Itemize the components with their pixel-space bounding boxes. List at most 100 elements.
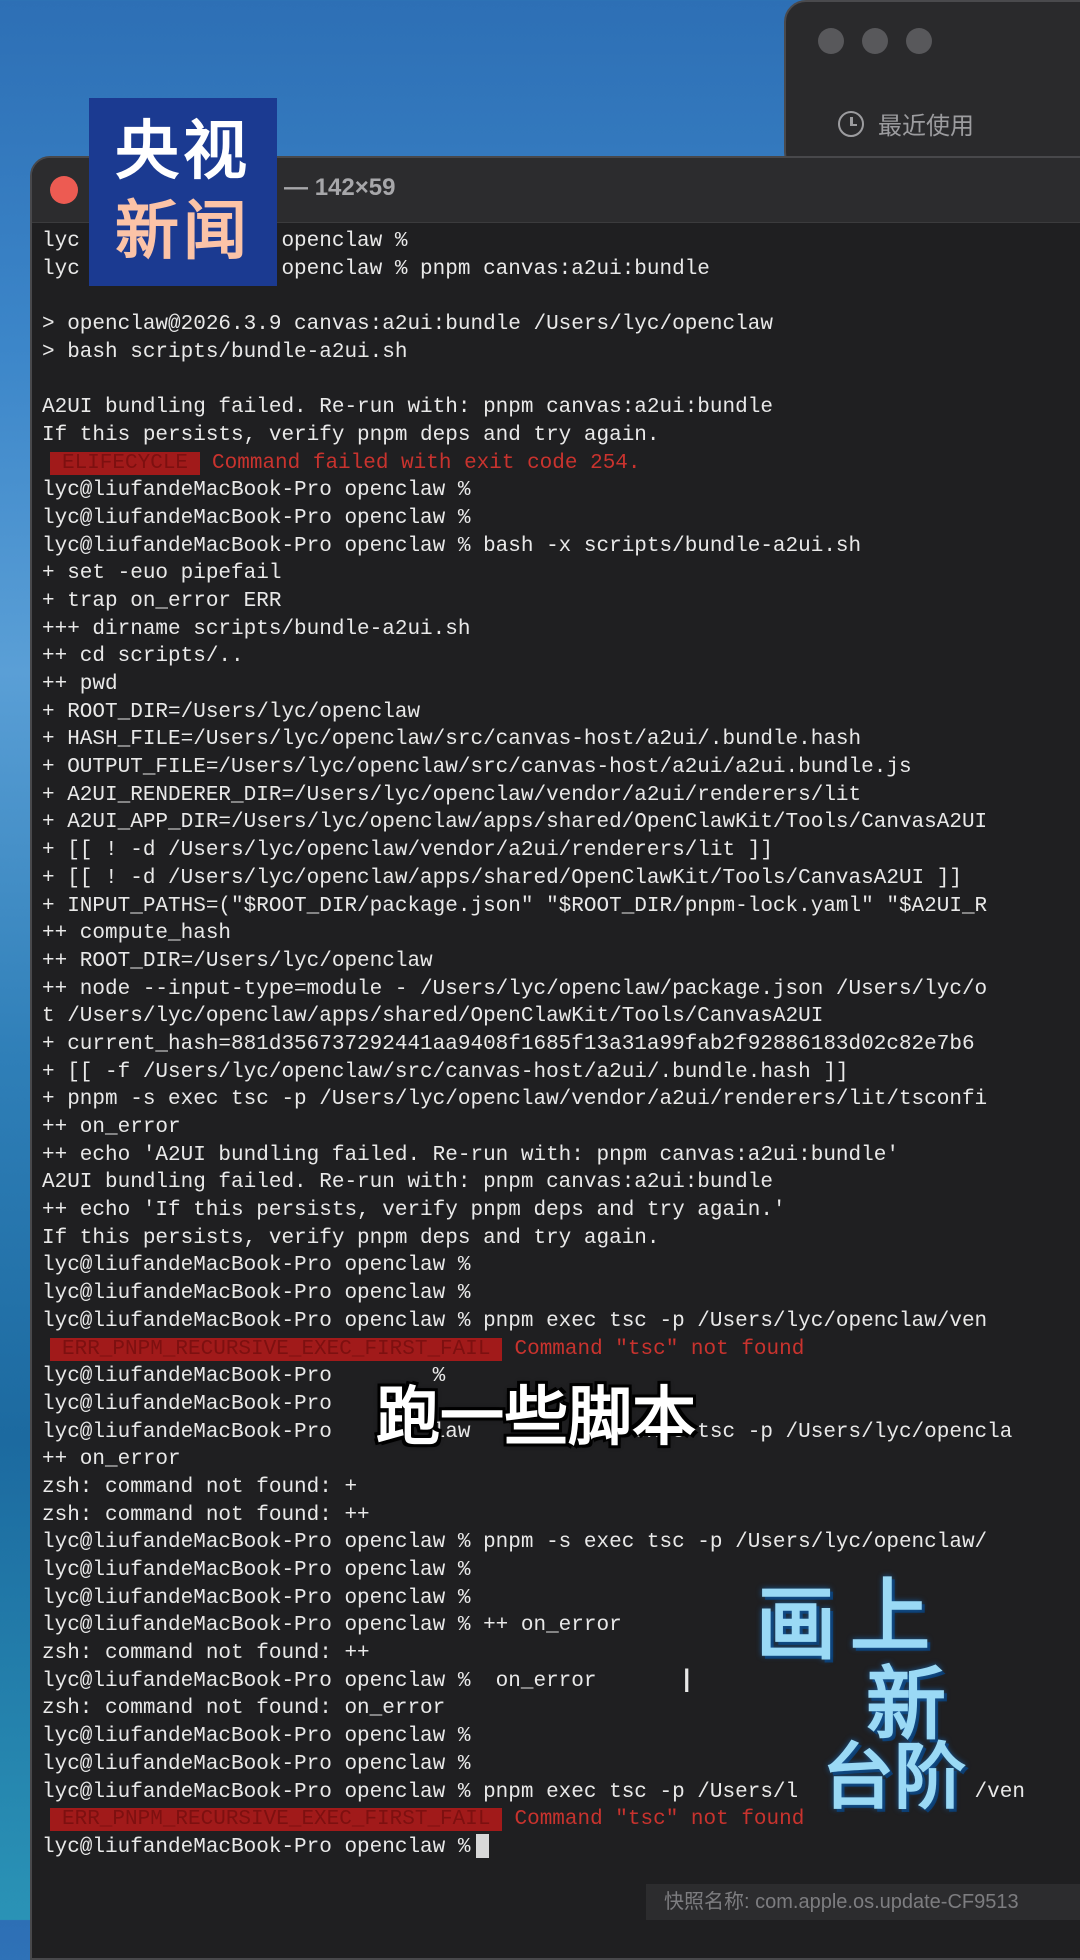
terminal-line-text: + A2UI_RENDERER_DIR=/Users/lyc/openclaw/… [42,783,862,807]
terminal-line-text: t /Users/lyc/openclaw/apps/shared/OpenCl… [42,1005,824,1029]
terminal-line: lyc@liufandeMacBook-Pro openclaw % [32,1834,1080,1862]
terminal-line: A2UI bundling failed. Re-run with: pnpm … [32,1169,1080,1197]
terminal-line-text: + OUTPUT_FILE=/Users/lyc/openclaw/src/ca… [42,756,912,780]
terminal-line: lyc@liufandeMacBook-Pro openclaw % bash … [32,533,1080,561]
error-badge: ERR_PNPM_RECURSIVE_EXEC_FIRST_FAIL [50,1808,503,1832]
terminal-line: lyc@liufandeMacBook-Pro openclaw % [32,1280,1080,1308]
recent-item[interactable]: 最近使用 [838,106,974,141]
terminal-line: ++ node --input-type=module - /Users/lyc… [32,976,1080,1004]
terminal-line-text: +++ dirname scripts/bundle-a2ui.sh [42,617,471,641]
video-subtitle: 跑一些脚本 [376,1381,696,1455]
terminal-line-text: lyc@liufandeMacBook-Pro openclaw % [42,1752,471,1776]
watermark-char: 台阶 [822,1735,967,1819]
terminal-line-text: zsh: command not found: ++ [42,1503,370,1527]
terminal-line: ++ ROOT_DIR=/Users/lyc/openclaw [32,948,1080,976]
terminal-line-text: If this persists, verify pnpm deps and t… [42,423,660,447]
terminal-line-text: lyc@liufandeMacBook-Pro openclaw % bash … [42,534,862,558]
terminal-line: + current_hash=881d356737292441aa9408f16… [32,1031,1080,1059]
terminal-line: ++ echo 'A2UI bundling failed. Re-run wi… [32,1142,1080,1170]
logo-line-2: 新闻 [115,195,251,269]
terminal-line-text: lyc@liufandeMacBook-Pro openclaw % [42,1835,471,1859]
terminal-line-text: lyc@liufandeMacBook-Pro openclaw % [42,1282,471,1306]
terminal-line: ++ pwd [32,671,1080,699]
window-control-dot[interactable] [818,28,844,54]
terminal-line-text: ++ on_error [42,1448,181,1472]
terminal-line-text: ++ on_error [42,1116,181,1139]
terminal-line: + ROOT_DIR=/Users/lyc/openclaw [32,699,1080,727]
terminal-line-text: + current_hash=881d356737292441aa9408f16… [42,1032,975,1056]
window-control-dot[interactable] [906,28,932,54]
terminal-line: A2UI bundling failed. Re-run with: pnpm … [32,394,1080,422]
terminal-line: lyc@liufandeMacBook-Pro openclaw % [32,477,1080,505]
terminal-line-text: lyc@liufandeMacBook-Pro openclaw % [42,1254,471,1278]
terminal-line: + INPUT_PATHS=("$ROOT_DIR/package.json" … [32,893,1080,921]
recent-label: 最近使用 [878,113,974,140]
terminal-line-text: ++ compute_hash [42,922,232,946]
error-badge: ELIFECYCLE [50,451,201,475]
text-cursor [476,1834,490,1859]
terminal-line-text: + HASH_FILE=/Users/lyc/openclaw/src/canv… [42,728,862,752]
background-window[interactable]: 最近使用 [784,0,1080,174]
terminal-line: + [[ ! -d /Users/lyc/openclaw/vendor/a2u… [32,837,1080,865]
terminal-line-text: ++ pwd [42,673,118,696]
terminal-line-text: ++ node --input-type=module - /Users/lyc… [42,977,988,1001]
snapshot-caption: 快照名称: com.apple.os.update-CF9513 [646,1884,1080,1920]
terminal-line: +++ dirname scripts/bundle-a2ui.sh [32,616,1080,644]
terminal-line: > openclaw@2026.3.9 canvas:a2ui:bundle /… [32,311,1080,339]
terminal-line: ERR_PNPM_RECURSIVE_EXEC_FIRST_FAIL Comman… [32,1336,1080,1364]
terminal-line-text: lyc@liufandeMacBook-Pro openclaw % [42,506,471,530]
terminal-line: ELIFECYCLE Command failed with exit code … [32,450,1080,478]
terminal-line: If this persists, verify pnpm deps and t… [32,1225,1080,1253]
terminal-line-text: lyc@liufandeMacBook-Pro openclaw % pnpm … [42,1309,988,1333]
terminal-line-text: lyc@liufandeMacBook-Pro openclaw % pnpm … [42,1531,988,1555]
terminal-line-text: ++ echo 'If this persists, verify pnpm d… [42,1199,786,1223]
terminal-line-text: lyc@liufandeMacBook-Pro openclaw % [42,1725,471,1749]
terminal-line: ++ compute_hash [32,920,1080,948]
close-button[interactable] [50,176,78,204]
terminal-line-text: ++ echo 'A2UI bundling failed. Re-run wi… [42,1143,899,1167]
terminal-line-text: + A2UI_APP_DIR=/Users/lyc/openclaw/apps/… [42,811,988,835]
terminal-line: zsh: command not found: + [32,1474,1080,1502]
clock-icon [838,110,864,137]
terminal-line-text: lyc@liufandeMacBook-Pro openclaw % ++ on… [42,1614,622,1638]
terminal-line: + A2UI_APP_DIR=/Users/lyc/openclaw/apps/… [32,809,1080,837]
terminal-line: + A2UI_RENDERER_DIR=/Users/lyc/openclaw/… [32,782,1080,810]
terminal-line-text: zsh: command not found: on_error [42,1697,446,1721]
terminal-line-text: lyc@liufandeMacBook-Pro openclaw % [42,1586,471,1610]
terminal-line-text: + [[ ! -d /Users/lyc/openclaw/apps/share… [42,866,962,890]
terminal-line: lyc@liufandeMacBook-Pro openclaw % [32,505,1080,533]
terminal-line: + set -euo pipefail [32,560,1080,588]
terminal-line-text: + [[ ! -d /Users/lyc/openclaw/vendor/a2u… [42,839,773,863]
watermark-char: 画 [756,1578,836,1671]
terminal-line: lyc@liufandeMacBook-Pro openclaw % pnpm … [32,1308,1080,1336]
terminal-line-text: zsh: command not found: + [42,1475,358,1499]
terminal-line-text: + trap on_error ERR [42,589,282,613]
ibeam-cursor-icon: I [682,1662,692,1701]
terminal-line-text: zsh: command not found: ++ [42,1642,370,1666]
terminal-line: + [[ ! -d /Users/lyc/openclaw/apps/share… [32,865,1080,893]
terminal-line: ++ cd scripts/.. [32,643,1080,671]
window-control-dot[interactable] [862,28,888,54]
program-watermark: 画 上 新 台阶 [748,1560,1048,1819]
terminal-line: ++ echo 'If this persists, verify pnpm d… [32,1197,1080,1225]
terminal-line: lyc@liufandeMacBook-Pro openclaw % [32,1252,1080,1280]
terminal-line-text: If this persists, verify pnpm deps and t… [42,1226,660,1250]
error-message: Command "tsc" not found [514,1337,805,1361]
terminal-line: + OUTPUT_FILE=/Users/lyc/openclaw/src/ca… [32,754,1080,782]
terminal-line-text: + INPUT_PATHS=("$ROOT_DIR/package.json" … [42,894,988,918]
terminal-line: zsh: command not found: ++ [32,1502,1080,1530]
terminal-line-text: A2UI bundling failed. Re-run with: pnpm … [42,396,773,420]
terminal-line-text: + pnpm -s exec tsc -p /Users/lyc/opencla… [42,1088,988,1112]
terminal-line: + pnpm -s exec tsc -p /Users/lyc/opencla… [32,1086,1080,1114]
terminal-line-text: + ROOT_DIR=/Users/lyc/openclaw [42,700,421,724]
cctv-news-logo: 央视 新闻 [89,98,277,286]
terminal-line-text: + [[ -f /Users/lyc/openclaw/src/canvas-h… [42,1060,849,1084]
error-badge: ERR_PNPM_RECURSIVE_EXEC_FIRST_FAIL [50,1337,503,1361]
error-message: Command failed with exit code 254. [212,451,641,475]
terminal-line: If this persists, verify pnpm deps and t… [32,422,1080,450]
terminal-line-text: lyc@liufandeMacBook-Pro openclaw % [42,1559,471,1582]
terminal-line-text: ++ cd scripts/.. [42,645,244,669]
terminal-line: + [[ -f /Users/lyc/openclaw/src/canvas-h… [32,1059,1080,1087]
